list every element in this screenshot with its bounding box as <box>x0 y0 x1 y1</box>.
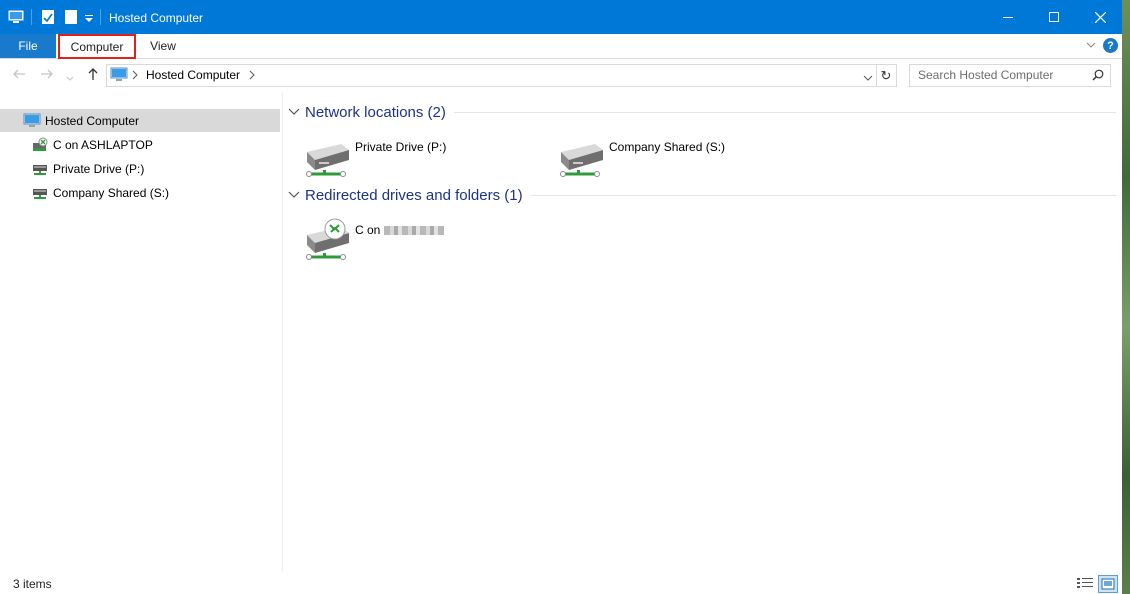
desktop-background <box>1122 0 1130 594</box>
network-drive-icon <box>301 138 351 183</box>
minimize-icon <box>1003 17 1013 18</box>
customize-toolbar-icon[interactable] <box>84 9 94 25</box>
item-label: Company Shared (S:) <box>609 140 726 154</box>
breadcrumb-hosted-computer[interactable]: Hosted Computer <box>146 68 240 82</box>
details-view-icon <box>1077 578 1093 588</box>
title-bar: Hosted Computer <box>0 0 1122 34</box>
navigation-pane: Hosted Computer C on ASHLAPTOP Private D… <box>0 92 283 572</box>
breadcrumb-chevron-icon[interactable] <box>249 69 255 83</box>
nav-item-hosted-computer[interactable]: Hosted Computer <box>0 109 280 132</box>
status-bar: 3 items <box>0 572 1122 594</box>
item-count: 3 items <box>13 577 52 591</box>
minimize-button[interactable] <box>985 0 1031 34</box>
chevron-down-icon[interactable] <box>288 108 300 116</box>
maximize-icon <box>1049 12 1059 22</box>
close-icon <box>1094 11 1106 23</box>
nav-item-c-drive[interactable]: C on ASHLAPTOP <box>0 133 280 156</box>
help-icon[interactable]: ? <box>1103 38 1118 53</box>
group-network-locations[interactable]: Network locations (2) <box>288 102 1116 122</box>
separator <box>100 9 101 25</box>
group-divider <box>530 194 1116 196</box>
item-label: C on <box>355 223 444 237</box>
tab-file[interactable]: File <box>0 34 56 58</box>
tab-view[interactable]: View <box>140 34 186 58</box>
address-dropdown-icon[interactable] <box>863 71 873 85</box>
redirected-drive-icon <box>32 137 48 153</box>
close-button[interactable] <box>1077 0 1122 34</box>
explorer-window: Hosted Computer File Computer View ? Hos… <box>0 0 1122 594</box>
address-toolbar: Hosted Computer ↻ <box>0 58 1122 92</box>
item-private-drive[interactable]: Private Drive (P:) <box>301 134 541 184</box>
search-input[interactable] <box>910 65 1088 84</box>
address-bar[interactable]: Hosted Computer <box>106 64 877 87</box>
back-arrow-icon[interactable] <box>12 67 26 84</box>
maximize-button[interactable] <box>1031 0 1077 34</box>
nav-item-label: Company Shared (S:) <box>53 185 170 200</box>
refresh-button[interactable]: ↻ <box>876 64 897 87</box>
up-arrow-icon[interactable] <box>86 67 100 84</box>
refresh-icon: ↻ <box>880 67 892 83</box>
item-c-drive[interactable]: C on <box>301 217 541 267</box>
search-icon[interactable] <box>1092 69 1104 84</box>
ribbon-tabs: File Computer View ? <box>0 34 1122 59</box>
window-title: Hosted Computer <box>109 11 204 25</box>
properties-icon[interactable] <box>41 9 55 25</box>
nav-item-label: C on ASHLAPTOP <box>53 137 153 152</box>
tab-computer[interactable]: Computer <box>58 34 136 59</box>
nav-item-label: Hosted Computer <box>45 113 140 128</box>
forward-arrow-icon[interactable] <box>40 67 54 84</box>
chevron-down-icon[interactable] <box>288 191 300 199</box>
details-view-button[interactable] <box>1076 575 1094 591</box>
computer-icon <box>110 67 128 86</box>
breadcrumb-chevron-icon[interactable] <box>132 69 138 83</box>
nav-item-private-drive[interactable]: Private Drive (P:) <box>0 157 280 180</box>
new-folder-icon[interactable] <box>64 9 78 25</box>
large-icons-view-icon <box>1101 578 1115 590</box>
large-icons-view-button[interactable] <box>1098 575 1118 593</box>
network-drive-icon <box>32 161 48 177</box>
group-divider <box>453 111 1116 113</box>
computer-icon <box>23 113 41 129</box>
network-drive-icon <box>555 138 605 183</box>
group-redirected-drives[interactable]: Redirected drives and folders (1) <box>288 185 1116 205</box>
network-drive-icon <box>32 185 48 201</box>
group-title: Network locations (2) <box>305 103 446 121</box>
item-company-shared[interactable]: Company Shared (S:) <box>555 134 795 184</box>
item-label: Private Drive (P:) <box>355 140 447 154</box>
recent-locations-icon[interactable] <box>66 71 74 85</box>
nav-item-company-shared[interactable]: Company Shared (S:) <box>0 181 280 204</box>
expand-ribbon-icon[interactable] <box>1086 39 1096 53</box>
search-box[interactable] <box>909 64 1111 87</box>
computer-icon <box>8 9 24 25</box>
separator <box>31 9 32 25</box>
redirected-drive-icon <box>301 217 351 266</box>
nav-item-label: Private Drive (P:) <box>53 161 145 176</box>
redacted-text <box>383 226 444 236</box>
group-title: Redirected drives and folders (1) <box>305 186 523 204</box>
